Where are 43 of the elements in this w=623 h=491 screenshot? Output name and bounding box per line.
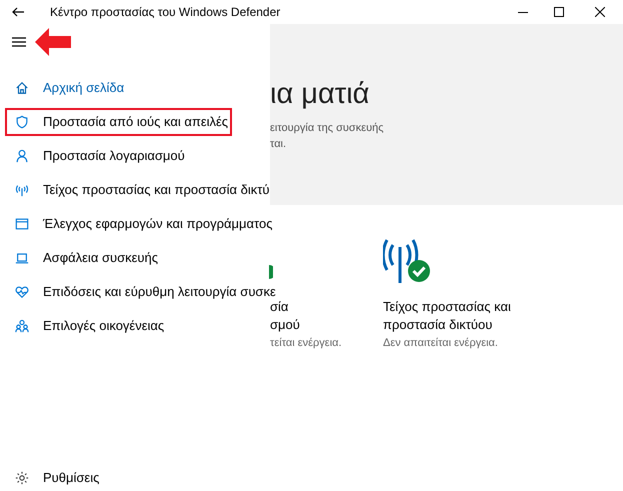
nav-item[interactable]: Αρχική σελίδα <box>5 74 229 102</box>
hero-subtitle: ται. <box>270 137 288 152</box>
nav-label: Επιλογές οικογένειας <box>43 317 164 336</box>
close-icon <box>595 7 605 17</box>
shield-icon <box>15 115 29 129</box>
antenna-check-icon <box>383 239 431 283</box>
nav-item[interactable]: Ασφάλεια συσκευής <box>5 244 229 272</box>
heart-icon <box>15 285 29 299</box>
laptop-icon <box>15 251 29 265</box>
nav-label: Αρχική σελίδα <box>43 79 124 98</box>
nav-label: Προστασία λογαριασμού <box>43 147 185 166</box>
card-title: προστασία δικτύου <box>383 316 494 334</box>
menu-icon <box>12 37 26 47</box>
maximize-icon <box>554 7 564 17</box>
hero-title: ια ματιά <box>270 77 370 112</box>
card-status: Δεν απαιτείται ενέργεια. <box>383 336 499 351</box>
settings-icon <box>15 471 29 485</box>
pointer-arrow-icon <box>35 28 71 56</box>
person-icon <box>15 149 29 163</box>
nav-label: Επιδόσεις και εύρυθμη λειτουργία συσκε <box>43 283 276 301</box>
settings-item[interactable]: Ρυθμίσεις <box>0 468 270 488</box>
nav-item[interactable]: Επιλογές οικογένειας <box>5 312 229 340</box>
back-arrow-icon <box>12 7 24 17</box>
hero-subtitle: ειτουργία της συσκευής <box>270 121 385 136</box>
card-title: Τείχος προστασίας και <box>383 298 512 316</box>
status-check-icon <box>269 265 273 279</box>
antenna-icon <box>15 183 29 197</box>
nav-item[interactable]: Τείχος προστασίας και προστασία δικτύ <box>5 176 274 204</box>
nav-item[interactable]: Έλεγχος εφαρμογών και προγράμματος <box>5 210 276 238</box>
window-title: Κέντρο προστασίας του Windows Defender <box>50 4 280 21</box>
nav-label: Ασφάλεια συσκευής <box>43 249 158 268</box>
window-icon <box>15 217 29 231</box>
nav-label: Έλεγχος εφαρμογών και προγράμματος <box>43 215 272 234</box>
nav-label: Προστασία από ιούς και απειλές <box>43 113 228 132</box>
nav-item[interactable]: Προστασία λογαριασμού <box>5 142 229 170</box>
family-icon <box>15 319 29 333</box>
settings-label: Ρυθμίσεις <box>43 469 100 488</box>
home-icon <box>15 81 29 95</box>
nav-label: Τείχος προστασίας και προστασία δικτύ <box>43 181 270 200</box>
nav-item[interactable]: Προστασία από ιούς και απειλές <box>5 108 232 136</box>
card-title: σία <box>270 298 290 316</box>
card-status: τείται ενέργεια. <box>270 336 343 351</box>
card-title: σμού <box>270 316 301 334</box>
